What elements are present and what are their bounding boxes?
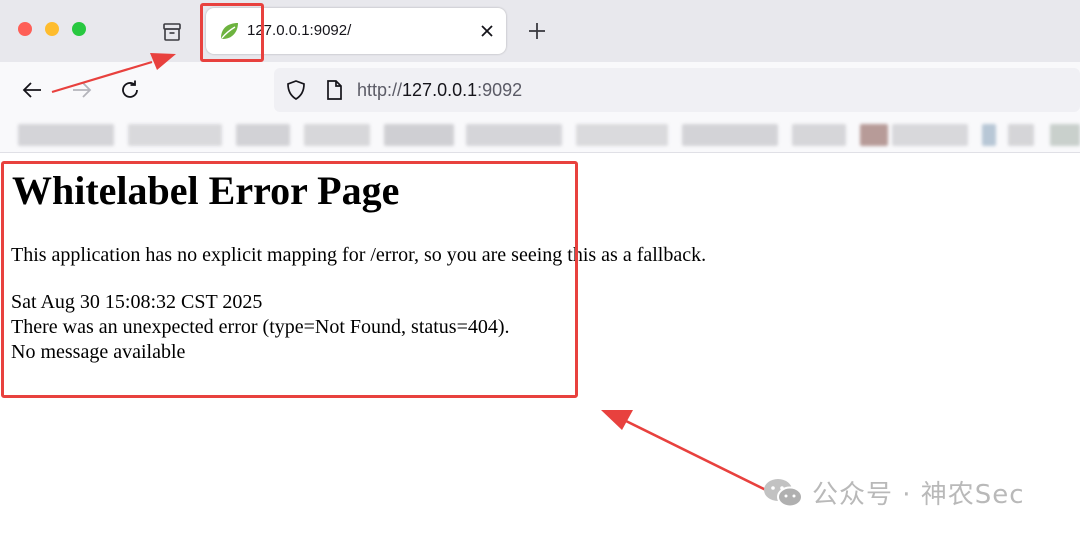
url-text: http://127.0.0.1:9092 [357,80,522,101]
bookmark-item[interactable] [576,124,668,146]
favicon-highlight-box [200,3,264,62]
window-close-button[interactable] [18,22,32,36]
bookmark-item[interactable] [466,124,562,146]
error-content-highlight-box [1,161,578,398]
address-bar[interactable]: http://127.0.0.1:9092 [274,68,1080,112]
bookmark-item[interactable] [982,124,996,146]
page-icon[interactable] [322,78,346,102]
bookmark-item[interactable] [304,124,370,146]
bookmark-item[interactable] [128,124,222,146]
browser-tab-strip: 127.0.0.1:9092/ [0,0,1080,62]
window-zoom-button[interactable] [72,22,86,36]
bookmark-item[interactable] [860,124,888,146]
bookmarks-bar [0,118,1080,153]
bookmark-item[interactable] [1008,124,1034,146]
watermark: 公众号 · 神农Sec [762,474,1025,511]
bookmark-item[interactable] [892,124,968,146]
back-arrow-icon[interactable] [16,74,48,106]
navigation-toolbar: http://127.0.0.1:9092 [0,62,1080,118]
wechat-icon [764,478,803,507]
reload-icon[interactable] [114,74,146,106]
bookmark-item[interactable] [18,124,114,146]
url-scheme: http:// [357,80,403,100]
bookmark-item[interactable] [236,124,290,146]
bookmark-item[interactable] [1050,124,1080,146]
url-port: :9092 [477,80,523,100]
bookmark-item[interactable] [792,124,846,146]
watermark-text: 公众号 · 神农Sec [812,480,1025,510]
plus-icon[interactable] [522,16,552,46]
bookmark-item[interactable] [384,124,454,146]
forward-arrow-icon[interactable] [66,74,98,106]
url-host: 127.0.0.1 [402,80,478,100]
tab-overview-icon[interactable] [158,18,186,46]
bookmark-item[interactable] [682,124,778,146]
window-minimize-button[interactable] [45,22,59,36]
shield-icon[interactable] [284,78,308,102]
close-icon[interactable] [474,18,500,44]
